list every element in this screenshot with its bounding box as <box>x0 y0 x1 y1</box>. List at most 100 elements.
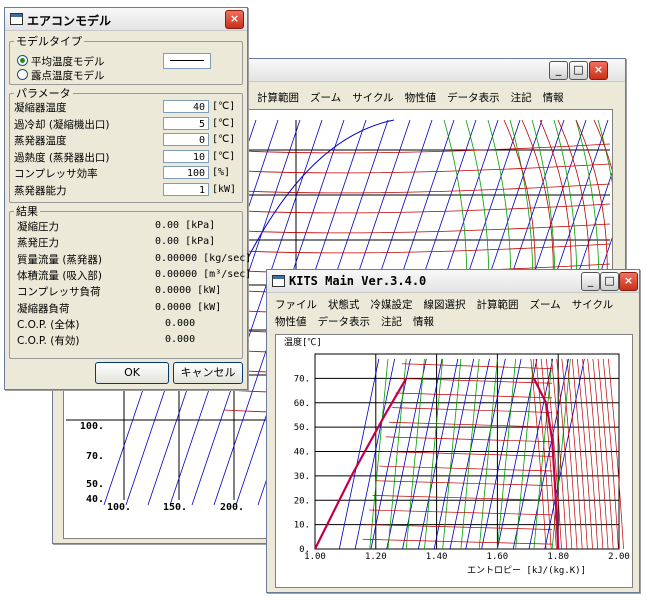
menu-equation-of-state[interactable]: 状態式 <box>328 299 360 311</box>
result-label: 質量流量 (蒸発器) <box>17 253 103 266</box>
param-label: 凝縮器温度 <box>14 102 67 114</box>
x-tick-label: 1.60 <box>487 552 509 562</box>
y-tick-label: 50. <box>294 423 310 433</box>
radio-dewpoint-temp[interactable]: 露点温度モデル <box>17 68 105 83</box>
menu-data-display[interactable]: データ表示 <box>318 316 371 328</box>
result-value: 0.0000 [kW] <box>155 301 222 313</box>
back-y-tick: 50. <box>85 479 104 490</box>
minimize-icon[interactable]: _ <box>549 61 568 80</box>
x-axis-label: エントロピー [kJ/(kg.K)] <box>467 565 586 576</box>
x-tick-label: 1.20 <box>365 552 387 562</box>
param-unit: [℃] <box>212 117 236 129</box>
parameter-legend: パラメータ <box>16 87 71 100</box>
radio-average-temp[interactable]: 平均温度モデル <box>17 54 105 69</box>
menu-diagram[interactable]: 線図選択 <box>424 299 466 311</box>
close-icon[interactable]: × <box>589 61 608 80</box>
param-input[interactable]: 0 <box>163 133 209 146</box>
main-window-title: KITS Main Ver.3.4.0 <box>289 274 427 288</box>
minimize-icon[interactable]: _ <box>581 272 600 291</box>
dialog-titlebar[interactable]: エアコンモデル × <box>5 8 247 31</box>
back-y-tick: 100. <box>79 421 104 432</box>
param-input[interactable]: 1 <box>163 182 209 196</box>
app-icon <box>10 13 23 25</box>
menu-annotation[interactable]: 注記 <box>511 92 532 104</box>
result-legend: 結果 <box>16 205 38 218</box>
param-label: 蒸発器能力 <box>14 184 67 197</box>
main-chart-area[interactable]: 温度[℃] 70. 60. 50. 40. 30. 20. 10. 0. 1.00 1.20 1.40… <box>275 334 633 588</box>
line-style-preview[interactable] <box>163 53 211 69</box>
result-label: 凝縮器負荷 <box>17 302 70 315</box>
x-tick-label: 2.00 <box>608 552 630 562</box>
result-label: 蒸発圧力 <box>17 237 59 250</box>
y-tick-label: 70. <box>294 374 310 384</box>
param-unit: [℃] <box>212 150 236 162</box>
menu-properties[interactable]: 物性値 <box>275 316 307 328</box>
result-value: 0.00 [kPa] <box>155 220 216 231</box>
radio-average-temp-label: 平均温度モデル <box>31 56 105 68</box>
menu-zoom[interactable]: ズーム <box>530 299 561 311</box>
param-unit: [kW] <box>212 183 237 195</box>
model-type-legend: モデルタイプ <box>16 35 82 48</box>
param-input[interactable]: 40 <box>163 100 209 113</box>
menu-info[interactable]: 情報 <box>413 316 434 328</box>
result-label: 体積流量 (吸入部) <box>17 269 103 282</box>
menu-data-display[interactable]: データ表示 <box>447 92 500 104</box>
radio-unselected-icon[interactable] <box>17 69 28 80</box>
menu-calc-range[interactable]: 計算範囲 <box>477 299 519 311</box>
radio-dewpoint-temp-label: 露点温度モデル <box>31 70 105 82</box>
param-unit: [%] <box>212 167 231 178</box>
menu-annotation[interactable]: 注記 <box>381 316 402 328</box>
result-value: 0.000 <box>165 334 196 346</box>
param-input[interactable]: 10 <box>163 149 209 163</box>
param-label: 蒸発器温度 <box>14 135 67 147</box>
close-icon[interactable]: × <box>619 272 638 291</box>
result-value: 0.00 [kPa] <box>155 236 216 248</box>
menu-refrigerant[interactable]: 冷媒設定 <box>371 299 413 311</box>
ok-button[interactable]: OK <box>95 362 169 384</box>
y-tick-label: 20. <box>294 496 310 506</box>
dialog-title: エアコンモデル <box>27 14 112 28</box>
maximize-icon[interactable]: □ <box>569 61 588 80</box>
back-x-tick: 200. <box>220 502 245 513</box>
main-menubar-row2: 物性値 データ表示 注記 情報 <box>275 314 445 329</box>
y-axis-label: 温度[℃] <box>284 336 322 348</box>
ts-chart: 温度[℃]70.60.50.40.30.20.10.0.1.00 1.20 1.40… <box>284 336 630 576</box>
back-y-tick: 70. <box>85 451 104 462</box>
back-x-tick: 150. <box>163 502 188 513</box>
back-menubar: 計算範囲 ズーム サイクル 物性値 データ表示 注記 情報 <box>257 90 575 105</box>
radio-selected-icon[interactable] <box>17 55 28 66</box>
result-label: コンプレッサ負荷 <box>17 286 101 299</box>
main-window-titlebar[interactable]: KITS Main Ver.3.4.0 _ □ × <box>267 270 639 293</box>
y-tick-label: 30. <box>294 472 310 482</box>
back-x-tick: 100. <box>107 502 132 513</box>
menu-zoom[interactable]: ズーム <box>310 92 341 104</box>
result-value: 0.0000 [kW] <box>155 285 222 297</box>
maximize-icon[interactable]: □ <box>600 272 619 291</box>
menu-info[interactable]: 情報 <box>543 92 564 104</box>
param-input[interactable]: 5 <box>163 116 209 130</box>
result-label: C.O.P. (全体) <box>17 318 80 331</box>
menu-calc-range[interactable]: 計算範囲 <box>257 92 299 104</box>
y-tick-label: 10. <box>294 521 310 531</box>
y-tick-label: 60. <box>294 399 310 409</box>
main-window[interactable]: KITS Main Ver.3.4.0 _ □ × ファイル 状態式 冷媒設定 線図選… <box>266 269 640 593</box>
menu-cycle[interactable]: サイクル <box>352 92 393 104</box>
menu-file[interactable]: ファイル <box>275 299 317 311</box>
y-tick-label: 40. <box>294 448 310 458</box>
param-input[interactable]: 100 <box>163 166 209 179</box>
x-tick-label: 1.40 <box>426 552 448 562</box>
x-tick-label: 1.80 <box>547 552 569 562</box>
result-value: 0.00000 [m³/sec] <box>155 268 252 280</box>
cancel-button[interactable]: キャンセル <box>173 362 243 384</box>
main-menubar-row1: ファイル 状態式 冷媒設定 線図選択 計算範囲 ズーム サイクル <box>275 297 624 312</box>
param-label: 過冷却 (凝縮機出口) <box>14 118 110 131</box>
menu-properties[interactable]: 物性値 <box>405 92 437 104</box>
x-tick-label: 1.00 <box>304 552 326 562</box>
menu-cycle[interactable]: サイクル <box>572 299 613 311</box>
aircon-model-dialog[interactable]: エアコンモデル × モデルタイプ 平均温度モデル 露点温度モデル パラメータ 凝… <box>4 7 252 390</box>
param-label: コンプレッサ効率 <box>14 168 98 180</box>
param-label: 過熱度 (蒸発器出口) <box>14 151 110 164</box>
param-unit: [℃] <box>212 134 236 145</box>
close-icon[interactable]: × <box>225 10 244 29</box>
app-icon <box>272 275 285 287</box>
